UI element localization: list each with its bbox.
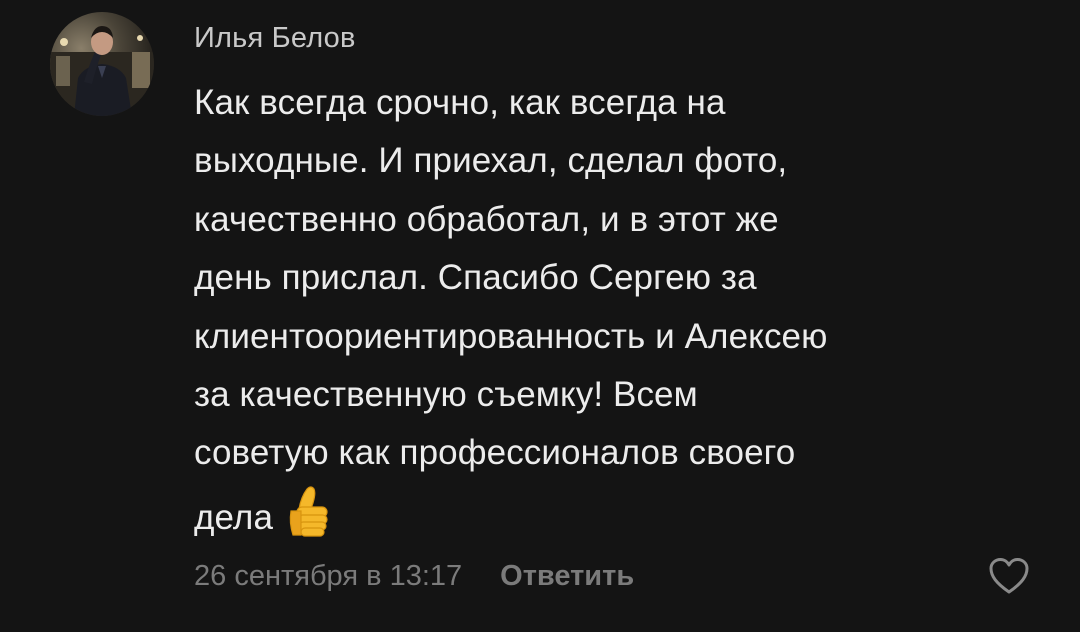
like-button[interactable] [988, 556, 1030, 596]
comment-line: выходные. И приехал, сделал фото, [194, 141, 788, 181]
author-name[interactable]: Илья Белов [194, 18, 356, 58]
comment-meta: 26 сентября в 13:17 Ответить [194, 556, 634, 596]
comment-last-line: дела [194, 483, 1044, 541]
comment-body: Как всегда срочно, как всегда на выходны… [194, 74, 1044, 541]
heart-outline-icon [988, 558, 1030, 600]
comment-line: клиентоориентированность и Алексею [194, 316, 828, 356]
comment-line: день прислал. Спасибо Сергею за [194, 258, 757, 298]
comment-line: дела [194, 497, 274, 537]
comment-line: за качественную съемку! Всем [194, 374, 698, 414]
avatar[interactable] [50, 12, 154, 116]
comment-line: Как всегда срочно, как всегда на [194, 83, 726, 122]
comment-line: качественно обработал, и в этот же [194, 199, 779, 239]
comment-line: советую как профессионалов своего [194, 433, 796, 473]
thumbs-up-icon [285, 483, 333, 539]
comment: Илья Белов Как всегда срочно, как всегда… [0, 0, 1080, 632]
comment-timestamp: 26 сентября в 13:17 [194, 560, 463, 592]
reply-button[interactable]: Ответить [500, 560, 634, 592]
